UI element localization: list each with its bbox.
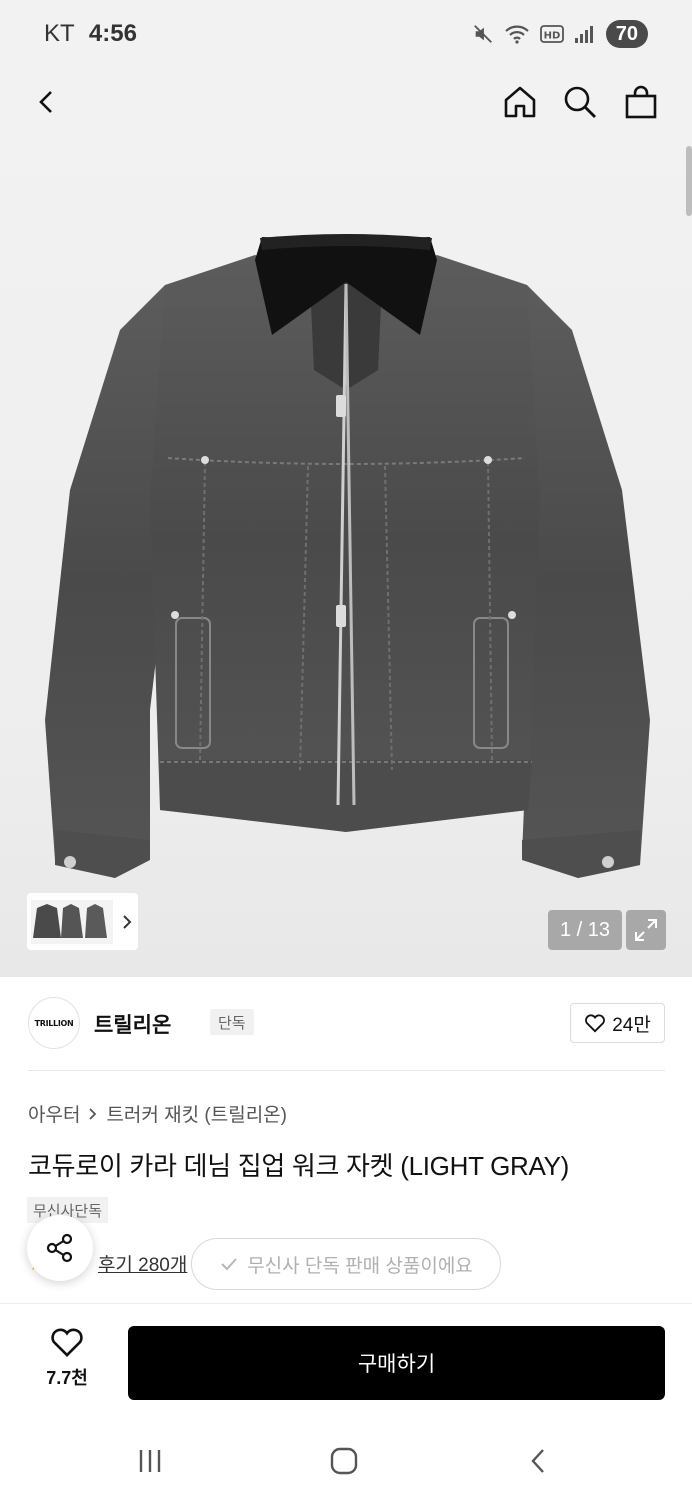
thumbnail-strip[interactable] <box>27 893 138 950</box>
share-button[interactable] <box>27 1215 93 1281</box>
breadcrumb-subcategory[interactable]: 트러커 재킷 (트릴리온) <box>106 1100 287 1127</box>
mute-icon <box>473 25 492 43</box>
wishlist-button[interactable]: 7.7천 <box>28 1326 106 1396</box>
search-icon <box>564 86 596 118</box>
heart-icon <box>585 1014 606 1033</box>
search-button[interactable] <box>556 78 604 126</box>
toast-text: 무신사 단독 판매 상품이에요 <box>247 1255 473 1277</box>
recent-apps-icon <box>139 1450 161 1472</box>
expand-icon <box>635 919 657 941</box>
cart-button[interactable] <box>617 78 665 126</box>
battery-icon: 70 <box>605 20 648 48</box>
signal-icon <box>574 26 593 43</box>
home-circle-icon <box>330 1447 358 1475</box>
back-nav-icon <box>531 1449 544 1473</box>
thumbnail-images <box>31 899 113 944</box>
carrier-label: KT <box>44 20 75 47</box>
status-icons: HD 70 <box>472 20 648 48</box>
chevron-right-icon <box>89 1107 97 1120</box>
breadcrumb-category[interactable]: 아우터 <box>28 1100 80 1127</box>
exclusive-badge: 단독 <box>210 1009 254 1035</box>
expand-button[interactable] <box>626 910 666 950</box>
brand-like-count: 24만 <box>612 1014 651 1036</box>
hd-icon: HD <box>539 25 564 43</box>
product-image <box>45 234 650 878</box>
scrollbar[interactable] <box>686 146 692 216</box>
brand-logo-text: TRILLION <box>34 1018 74 1028</box>
battery-level: 70 <box>615 22 638 45</box>
breadcrumb: 아우터 트러커 재킷 (트릴리온) <box>28 1100 287 1127</box>
product-title: 코듀로이 카라 데님 집업 워크 자켓 (LIGHT GRAY) <box>28 1151 570 1181</box>
image-counter: 1 / 13 <box>548 910 622 950</box>
brand-row: TRILLION 트릴리온 단독 24만 <box>28 997 665 1051</box>
wishlist-count: 7.7천 <box>46 1368 88 1388</box>
brand-logo[interactable]: TRILLION <box>28 997 80 1049</box>
brand-like-button[interactable]: 24만 <box>570 1003 665 1043</box>
reviews-link[interactable]: 후기 280개 <box>98 1250 187 1277</box>
bottom-action-bar: 7.7천 구매하기 <box>0 1303 692 1423</box>
status-bar: KT 4:56 HD 70 <box>0 0 692 70</box>
status-left: KT 4:56 <box>44 20 137 48</box>
wifi-icon <box>504 25 529 44</box>
product-image-gallery[interactable] <box>0 70 692 977</box>
brand-name[interactable]: 트릴리온 <box>94 1009 171 1039</box>
check-icon <box>221 1258 237 1271</box>
buy-button[interactable]: 구매하기 <box>128 1326 665 1400</box>
home-nav-button[interactable] <box>324 1441 364 1481</box>
svg-text:HD: HD <box>543 31 560 42</box>
system-nav-bar <box>0 1423 692 1500</box>
divider <box>28 1070 665 1071</box>
chevron-right-icon <box>123 914 132 929</box>
back-icon <box>39 91 52 113</box>
shopping-bag-icon <box>625 85 657 119</box>
share-icon <box>46 1233 73 1263</box>
clock: 4:56 <box>88 20 137 47</box>
home-button[interactable] <box>496 78 544 126</box>
exclusive-toast: 무신사 단독 판매 상품이에요 <box>191 1238 501 1290</box>
back-nav-button[interactable] <box>518 1441 558 1481</box>
heart-icon <box>51 1328 83 1357</box>
back-button[interactable] <box>23 78 71 126</box>
recent-apps-button[interactable] <box>130 1441 170 1481</box>
home-icon <box>504 86 536 118</box>
